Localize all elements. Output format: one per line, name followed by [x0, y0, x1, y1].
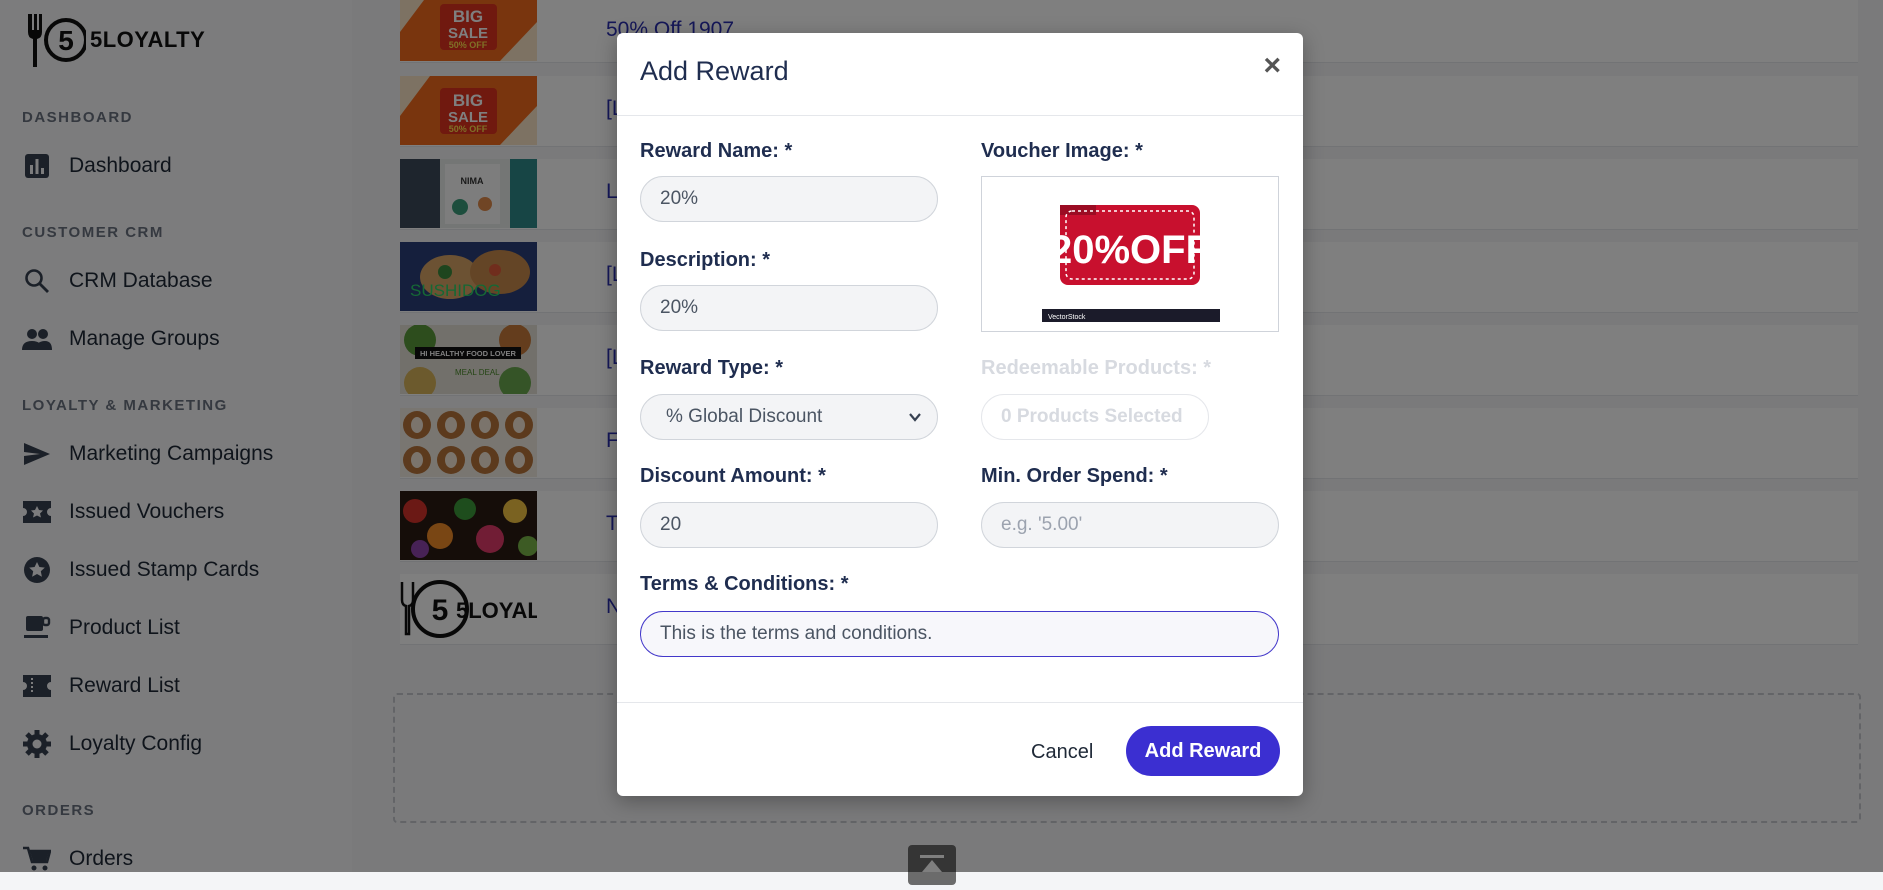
- min-order-spend-input[interactable]: e.g. '5.00': [981, 502, 1279, 548]
- terms-input[interactable]: This is the terms and conditions.: [640, 611, 1279, 657]
- modal-footer: Cancel Add Reward: [617, 702, 1303, 797]
- cancel-button[interactable]: Cancel: [1031, 741, 1093, 764]
- discount-amount-label: Discount Amount: *: [640, 465, 826, 487]
- modal-title: Add Reward: [640, 56, 789, 86]
- terms-label: Terms & Conditions: *: [640, 573, 849, 595]
- close-button[interactable]: ×: [1263, 51, 1281, 81]
- min-order-spend-label: Min. Order Spend: *: [981, 465, 1168, 487]
- voucher-image-upload[interactable]: 20%OFF VectorStock: [981, 176, 1279, 332]
- voucher-image-label: Voucher Image: *: [981, 140, 1143, 162]
- modal-header: Add Reward ×: [617, 33, 1303, 116]
- chevron-down-icon: [909, 413, 921, 422]
- reward-type-value: % Global Discount: [666, 406, 823, 427]
- add-reward-button[interactable]: Add Reward: [1126, 726, 1280, 776]
- add-reward-modal: Add Reward × Reward Name: * 20% Voucher …: [617, 33, 1303, 796]
- reward-name-input[interactable]: 20%: [640, 176, 938, 222]
- discount-amount-input[interactable]: 20: [640, 502, 938, 548]
- description-input[interactable]: 20%: [640, 285, 938, 331]
- reward-type-select[interactable]: % Global Discount: [640, 394, 938, 440]
- svg-text:20%OFF: 20%OFF: [1050, 228, 1210, 272]
- redeemable-products-label: Redeemable Products: *: [981, 357, 1212, 379]
- description-label: Description: *: [640, 249, 771, 271]
- reward-name-label: Reward Name: *: [640, 140, 793, 162]
- voucher-image-preview: 20%OFF VectorStock: [1042, 205, 1220, 322]
- svg-text:VectorStock: VectorStock: [1048, 314, 1086, 321]
- reward-type-label: Reward Type: *: [640, 357, 783, 379]
- redeemable-products-button[interactable]: 0 Products Selected: [981, 394, 1209, 440]
